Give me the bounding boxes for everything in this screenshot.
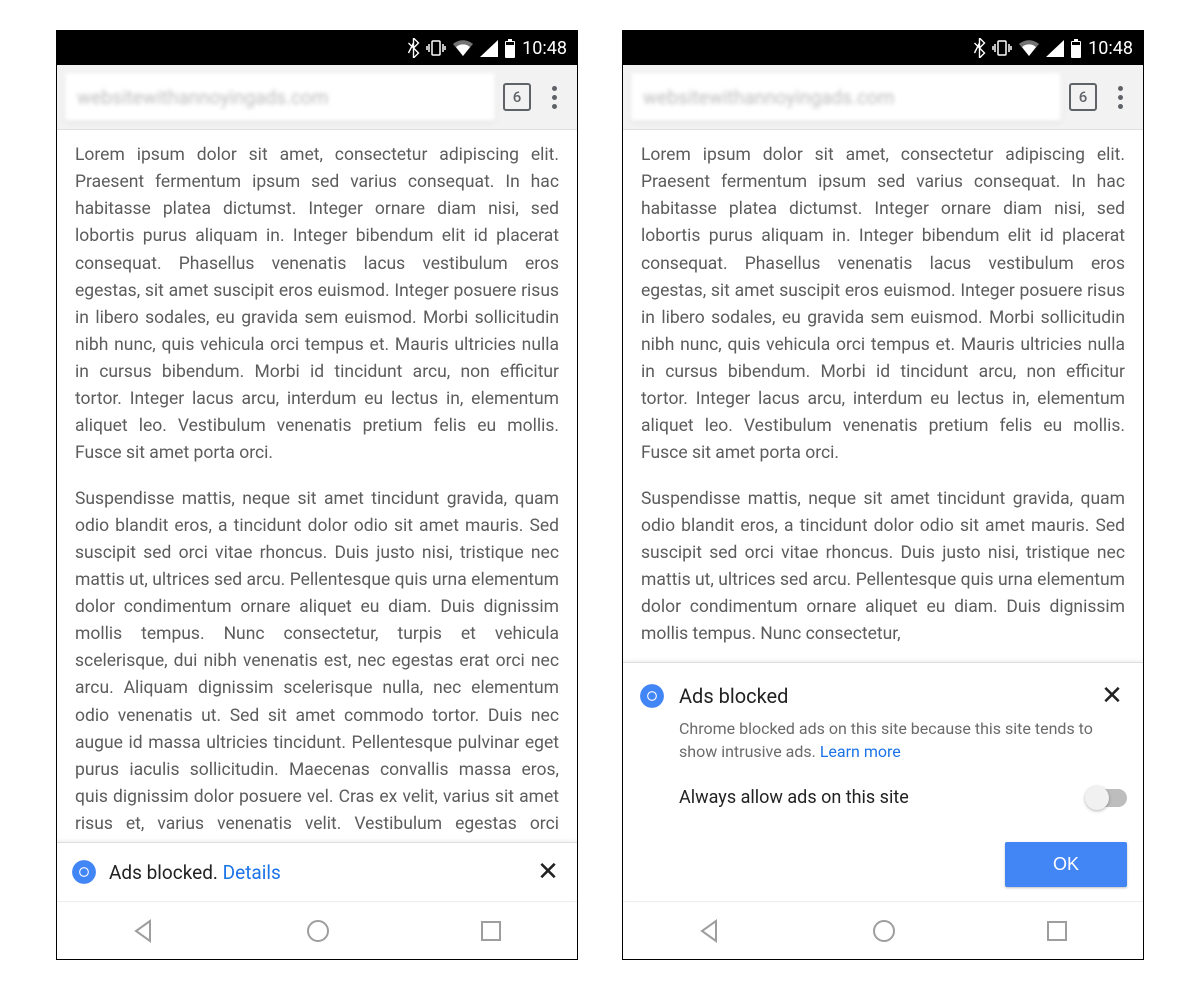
always-allow-toggle-row: Always allow ads on this site <box>679 787 1127 808</box>
phone-right: 10:48 websitewithannoyingads.com 6 Lorem… <box>622 30 1144 960</box>
body-paragraph: Suspendisse mattis, neque sit amet tinci… <box>75 486 559 843</box>
android-navbar <box>623 901 1143 959</box>
cell-signal-icon <box>480 40 498 57</box>
back-icon[interactable] <box>697 918 723 944</box>
status-clock: 10:48 <box>1088 38 1133 59</box>
ok-button[interactable]: OK <box>1005 842 1127 887</box>
android-navbar <box>57 901 577 959</box>
status-bar: 10:48 <box>623 31 1143 65</box>
sheet-description: Chrome blocked ads on this site because … <box>679 717 1127 763</box>
status-clock: 10:48 <box>522 38 567 59</box>
wifi-icon <box>1018 39 1040 57</box>
back-icon[interactable] <box>131 918 157 944</box>
close-icon[interactable]: ✕ <box>1097 681 1127 711</box>
home-icon[interactable] <box>871 918 897 944</box>
sheet-title: Ads blocked <box>679 684 1083 708</box>
omnibox-row: websitewithannoyingads.com 6 <box>57 65 577 130</box>
toggle-switch[interactable] <box>1087 789 1127 807</box>
vibrate-icon <box>426 39 446 57</box>
phone-left: 10:48 websitewithannoyingads.com 6 Lorem… <box>56 30 578 960</box>
body-paragraph: Suspendisse mattis, neque sit amet tinci… <box>641 486 1125 649</box>
chrome-icon <box>71 859 97 885</box>
infobar-title: Ads blocked. <box>109 861 218 884</box>
details-link[interactable]: Details <box>223 861 281 884</box>
bluetooth-icon <box>973 38 986 58</box>
battery-icon <box>1070 39 1082 58</box>
bluetooth-icon <box>407 38 420 58</box>
chrome-icon <box>639 683 665 709</box>
body-paragraph: Lorem ipsum dolor sit amet, consectetur … <box>641 142 1125 468</box>
body-paragraph: Lorem ipsum dolor sit amet, consectetur … <box>75 142 559 468</box>
toggle-label: Always allow ads on this site <box>679 787 1087 808</box>
vibrate-icon <box>992 39 1012 57</box>
close-icon[interactable]: ✕ <box>533 857 563 887</box>
page-content[interactable]: Lorem ipsum dolor sit amet, consectetur … <box>623 130 1143 662</box>
learn-more-link[interactable]: Learn more <box>820 742 901 761</box>
overflow-menu-button[interactable] <box>539 86 569 109</box>
tab-switcher-button[interactable]: 6 <box>1069 83 1097 111</box>
battery-icon <box>504 39 516 58</box>
tab-switcher-button[interactable]: 6 <box>503 83 531 111</box>
url-bar[interactable]: websitewithannoyingads.com <box>65 73 495 121</box>
overflow-menu-button[interactable] <box>1105 86 1135 109</box>
omnibox-row: websitewithannoyingads.com 6 <box>623 65 1143 130</box>
ads-blocked-sheet: Ads blocked ✕ Chrome blocked ads on this… <box>623 662 1143 901</box>
cell-signal-icon <box>1046 40 1064 57</box>
recents-icon[interactable] <box>1045 919 1069 943</box>
status-bar: 10:48 <box>57 31 577 65</box>
wifi-icon <box>452 39 474 57</box>
home-icon[interactable] <box>305 918 331 944</box>
recents-icon[interactable] <box>479 919 503 943</box>
page-content[interactable]: Lorem ipsum dolor sit amet, consectetur … <box>57 130 577 842</box>
url-bar[interactable]: websitewithannoyingads.com <box>631 73 1061 121</box>
ads-blocked-infobar: Ads blocked. Details ✕ <box>57 842 577 901</box>
